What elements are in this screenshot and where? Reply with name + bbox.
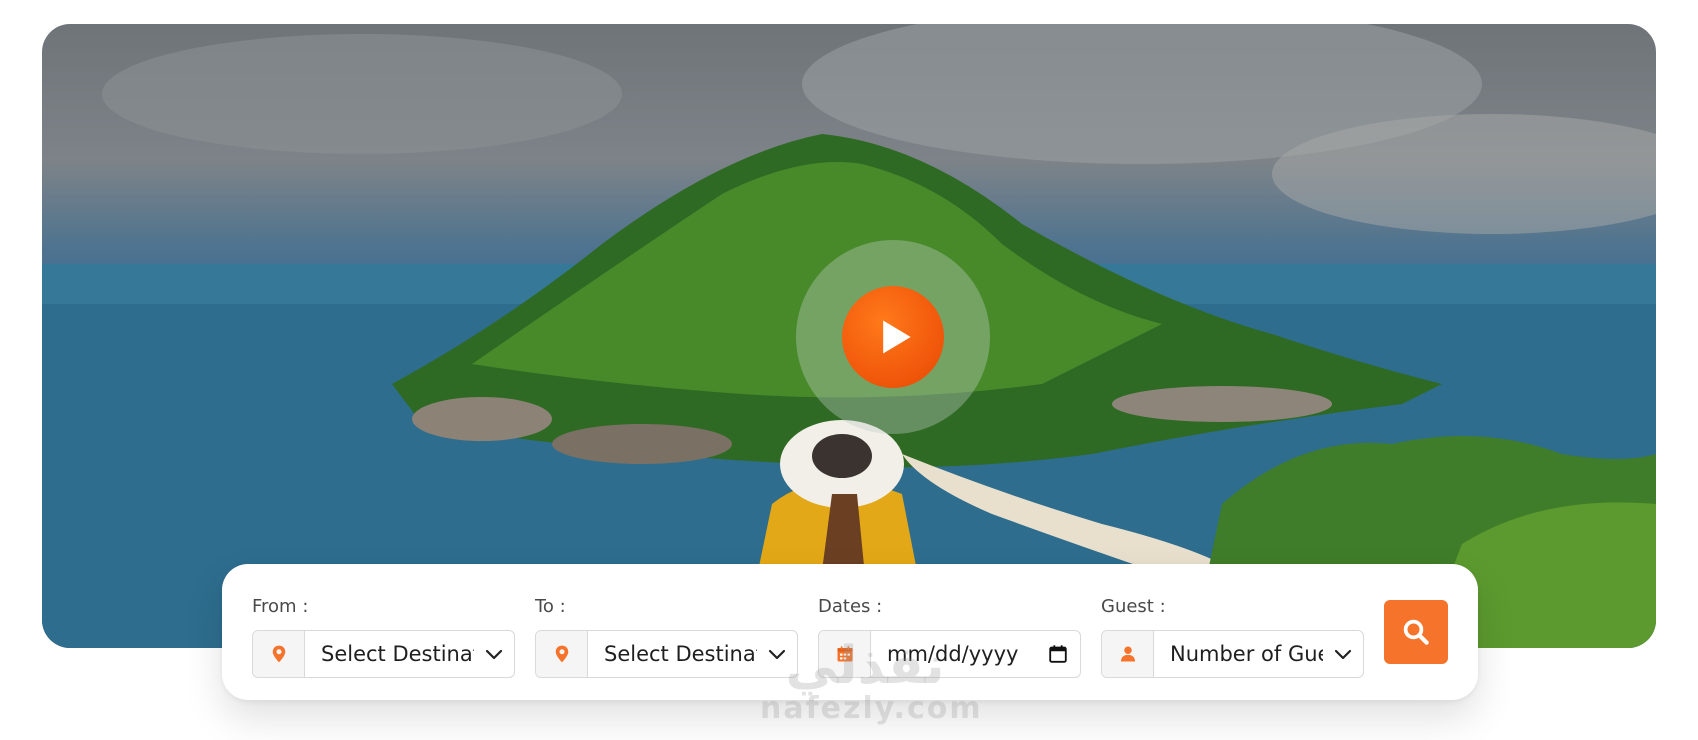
from-select-value: Select Destinat	[321, 642, 474, 666]
calendar-picker-icon[interactable]	[1036, 643, 1080, 665]
user-icon	[1102, 631, 1154, 677]
page: From : Select Destinat To : Select Desti…	[0, 0, 1698, 740]
guest-label: Guest :	[1101, 596, 1166, 617]
chevron-down-icon	[474, 647, 514, 661]
guest-select[interactable]: Number of Gue	[1101, 630, 1364, 678]
hero-banner	[42, 24, 1656, 648]
search-button[interactable]	[1384, 600, 1448, 664]
guest-select-value: Number of Gue	[1170, 642, 1323, 666]
to-field: To : Select Destinat	[535, 596, 798, 678]
play-video-button[interactable]	[842, 286, 944, 388]
chevron-down-icon	[1323, 647, 1363, 661]
search-icon	[1403, 619, 1429, 645]
to-select[interactable]: Select Destinat	[535, 630, 798, 678]
to-select-value: Select Destinat	[604, 642, 757, 666]
map-pin-icon	[253, 631, 305, 677]
from-select[interactable]: Select Destinat	[252, 630, 515, 678]
watermark: نفذلي nafezly.com	[760, 636, 983, 726]
map-pin-icon	[536, 631, 588, 677]
play-icon	[883, 320, 911, 354]
from-label: From :	[252, 596, 309, 617]
watermark-latin: nafezly.com	[760, 691, 983, 726]
to-label: To :	[535, 596, 566, 617]
dates-label: Dates :	[818, 596, 883, 617]
from-field: From : Select Destinat	[252, 596, 515, 678]
guest-field: Guest : Number of Gue	[1101, 596, 1364, 678]
watermark-arabic: نفذلي	[785, 636, 945, 696]
